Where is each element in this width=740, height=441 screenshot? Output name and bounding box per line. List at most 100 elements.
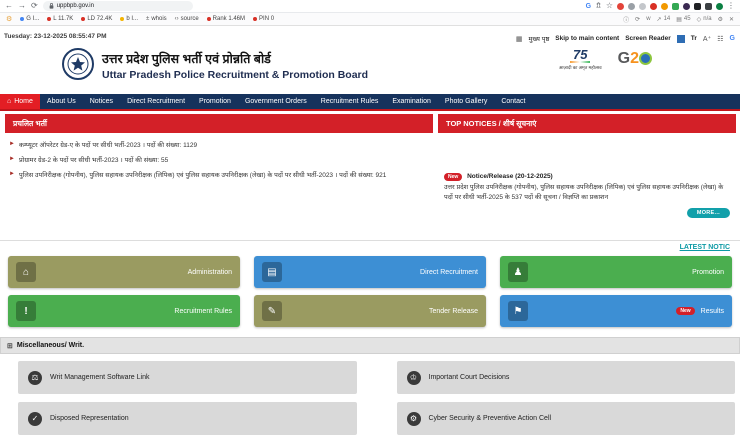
menu-dots-icon[interactable]: ⋮ (727, 2, 735, 10)
address-bar[interactable]: uppbpb.gov.in (42, 1, 193, 11)
nav-item-contact[interactable]: Contact (494, 94, 532, 109)
nav-item-notices[interactable]: Notices (83, 94, 120, 109)
tile-promotion[interactable]: ♟ Promotion (500, 256, 732, 288)
url-text: uppbpb.gov.in (56, 3, 94, 9)
seo-rank[interactable]: Rank 1.46M (206, 16, 245, 22)
forward-icon[interactable]: → (18, 2, 26, 10)
nav-item-about-us[interactable]: About Us (40, 94, 83, 109)
seo-metric[interactable]: b I... (120, 16, 138, 22)
bullet-icon: ► (9, 156, 15, 162)
extension-icon[interactable] (661, 2, 668, 10)
scales-icon: ⚖ (28, 370, 42, 385)
share-icon[interactable]: ⇯ (595, 2, 602, 10)
home-icon: ⌂ (16, 262, 36, 282)
seo-source[interactable]: ‹› source (175, 16, 199, 22)
datetime-text: Tuesday: 23-12-2025 08:55:47 PM (4, 33, 107, 40)
seo-pin[interactable]: PIN 0 (253, 16, 274, 22)
index-count[interactable]: ▤ 45 (676, 16, 690, 23)
browser-toolbar: ← → ⟳ uppbpb.gov.in G ⇯ ☆ ⋮ (0, 0, 740, 13)
main-navigation: ⌂ Home About Us Notices Direct Recruitme… (0, 94, 740, 109)
current-recruitment-panel: प्रचलित भर्ती ► कम्प्यूटर ऑपरेटर ग्रेड-ए… (5, 114, 433, 237)
reload-icon[interactable]: ⟳ (31, 2, 38, 10)
check-icon: ✓ (28, 411, 42, 426)
tile-administration[interactable]: ⌂ Administration (8, 256, 240, 288)
home-page-link[interactable]: मुख्य पृष्ठ (528, 34, 549, 43)
seo-metric[interactable]: L 11.7K (47, 16, 73, 22)
extension-icon[interactable] (639, 2, 646, 10)
nav-item-photo-gallery[interactable]: Photo Gallery (438, 94, 494, 109)
nav-item-home[interactable]: ⌂ Home (0, 94, 40, 109)
theme-swatch-icon[interactable] (676, 34, 685, 43)
back-icon[interactable]: ← (5, 2, 13, 10)
uppbpb-logo (62, 48, 94, 80)
extension-icon[interactable] (617, 2, 624, 10)
tile-direct-recruitment[interactable]: ▤ Direct Recruitment (254, 256, 486, 288)
azadi-mahotsav-logo: 75 आज़ादी का अमृत महोत्सव (558, 47, 602, 70)
bullet-icon: ► (9, 171, 15, 177)
google-icon[interactable]: G (586, 3, 591, 10)
more-button[interactable]: MORE... (686, 208, 730, 219)
refresh-icon[interactable]: ⟳ (635, 16, 640, 23)
latest-notice-link[interactable]: LATEST NOTIC (0, 241, 740, 252)
site-title-hindi: उत्तर प्रदेश पुलिस भर्ती एवं प्रोन्नति ब… (102, 52, 271, 66)
current-recruitment-header: प्रचलित भर्ती (5, 114, 433, 133)
plus-box-icon[interactable]: ⊞ (7, 342, 13, 350)
links-count[interactable]: ↗ 14 (657, 16, 671, 23)
extension-icon[interactable] (705, 2, 712, 10)
sitemap-icon[interactable]: ☷ (717, 35, 723, 43)
bookmark-star-icon[interactable]: ☆ (606, 2, 613, 10)
recruitment-list-item[interactable]: ► कम्प्यूटर ऑपरेटर ग्रेड-ए के पदों पर सी… (9, 140, 429, 149)
site-title-english: Uttar Pradesh Police Recruitment & Promo… (102, 69, 369, 81)
bullet-icon: ► (9, 141, 15, 147)
document-icon: ▤ (262, 262, 282, 282)
lock-icon (49, 3, 54, 9)
recruitment-list-item[interactable]: ► प्रोग्रामर ग्रेड-2 के पदों पर सीधी भर्… (9, 155, 429, 164)
extension-icon[interactable] (683, 2, 690, 10)
court-icon: ♔ (406, 370, 421, 385)
extensions-puzzle-icon[interactable] (694, 2, 701, 10)
g20-logo: G2 (618, 50, 652, 68)
card-disposed-representation[interactable]: ✓ Disposed Representation (18, 402, 357, 435)
recruitment-list-item[interactable]: ► पुलिस उपनिरीक्षक (गोपनीय), पुलिस सहायक… (9, 170, 429, 179)
profile-avatar[interactable] (716, 2, 723, 10)
extension-icon[interactable] (628, 2, 635, 10)
skip-link[interactable]: Skip to main content (555, 35, 619, 42)
new-badge: New (444, 173, 463, 181)
notice-text[interactable]: उत्तर प्रदेश पुलिस उपनिरीक्षक (गोपनीय), … (444, 183, 730, 203)
screen-reader-link[interactable]: Screen Reader (625, 35, 671, 42)
card-writ-management[interactable]: ⚖ Writ Management Software Link (18, 361, 357, 394)
shield-icon: ⚙ (406, 411, 421, 426)
translate-button[interactable]: Tr (691, 35, 697, 42)
pen-icon: ✎ (262, 301, 282, 321)
card-court-decisions[interactable]: ♔ Important Court Decisions (396, 361, 735, 394)
nav-item-direct-recruitment[interactable]: Direct Recruitment (120, 94, 192, 109)
nav-item-recruitment-rules[interactable]: Recruitment Rules (314, 94, 386, 109)
nav-item-promotion[interactable]: Promotion (192, 94, 238, 109)
settings-gear-icon[interactable]: ⚙ (718, 16, 723, 23)
font-size-icon[interactable]: A⁺ (703, 35, 711, 43)
tile-tender-release[interactable]: ✎ Tender Release (254, 295, 486, 327)
nav-item-examination[interactable]: Examination (385, 94, 438, 109)
wiki-icon[interactable]: w (646, 16, 650, 22)
nav-item-government-orders[interactable]: Government Orders (238, 94, 314, 109)
top-notices-header: TOP NOTICES / शीर्ष सूचनाएं (438, 114, 736, 133)
close-icon[interactable]: ✕ (729, 16, 734, 23)
card-cyber-security[interactable]: ⚙ Cyber Security & Preventive Action Cel… (396, 402, 735, 435)
seo-metric[interactable]: G I... (20, 16, 39, 22)
utility-bar: ▦ मुख्य पृष्ठ Skip to main content Scree… (516, 34, 735, 43)
tile-recruitment-rules[interactable]: ! Recruitment Rules (8, 295, 240, 327)
quick-links-grid: ⌂ Administration ▤ Direct Recruitment ♟ … (0, 252, 740, 327)
info-icon[interactable]: ⓘ (623, 15, 629, 24)
bookmark-icon: ⚑ (508, 301, 528, 321)
extension-icon[interactable] (650, 2, 657, 10)
google-translate-icon[interactable]: G (730, 35, 735, 42)
na-metric[interactable]: ◇ n/a (697, 16, 712, 23)
misc-cards-grid: ⚖ Writ Management Software Link ♔ Import… (0, 354, 740, 435)
seo-toolbar: ⚙ G I... L 11.7K LD 72.4K b I... ± whois … (0, 13, 740, 26)
extension-icon[interactable] (672, 2, 679, 10)
person-icon: ♟ (508, 262, 528, 282)
tile-results[interactable]: ⚑ New Results (500, 295, 732, 327)
seo-metric[interactable]: LD 72.4K (81, 16, 112, 22)
seo-whois[interactable]: ± whois (146, 16, 167, 22)
seoquake-icon[interactable]: ⚙ (6, 15, 12, 23)
